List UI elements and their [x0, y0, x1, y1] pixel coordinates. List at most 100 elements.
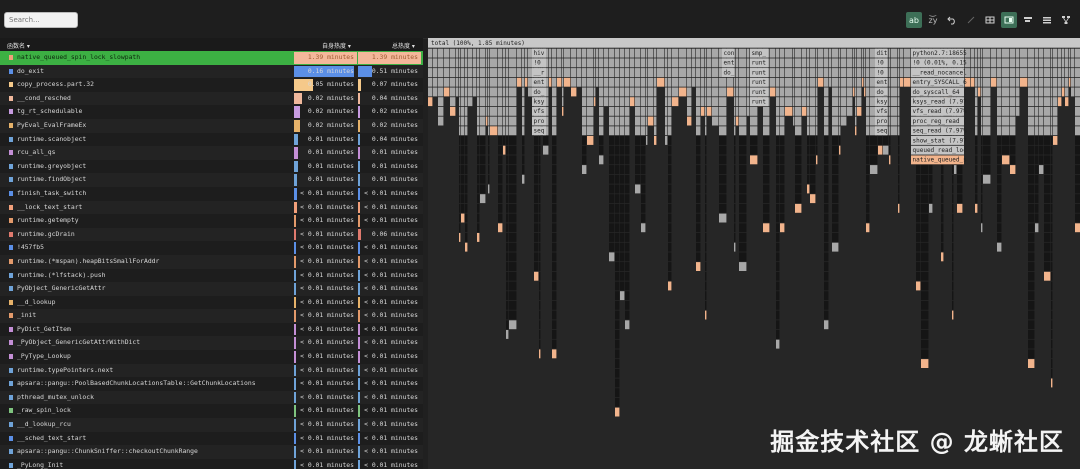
flame-frame[interactable] — [862, 77, 864, 87]
flame-frame[interactable] — [785, 87, 793, 97]
table-row[interactable]: runtime.(*mspan).heapBitsSmallForAddr < 0… — [0, 254, 423, 269]
flame-frame[interactable] — [582, 145, 587, 155]
flame-frame[interactable] — [898, 126, 900, 136]
flame-frame[interactable] — [609, 116, 615, 126]
flame-frame[interactable] — [1071, 58, 1075, 68]
flame-frame[interactable] — [534, 223, 539, 233]
flame-frame[interactable] — [983, 48, 991, 58]
flame-frame[interactable] — [509, 213, 517, 223]
flame-frame[interactable] — [719, 155, 727, 165]
flame-frame[interactable] — [824, 320, 829, 330]
table-row[interactable]: do_exit 0.16 minutes 0.51 minutes — [0, 64, 423, 79]
flame-frame[interactable] — [929, 203, 933, 213]
flame-frame[interactable] — [615, 349, 620, 359]
flame-frame[interactable] — [641, 184, 646, 194]
flame-frame[interactable] — [1002, 68, 1010, 77]
flame-frame[interactable] — [490, 106, 498, 116]
flame-frame[interactable] — [981, 126, 983, 136]
flame-frame[interactable] — [534, 194, 539, 204]
flame-frame[interactable] — [900, 58, 904, 68]
flame-frame[interactable] — [522, 136, 525, 145]
flame-frame[interactable] — [522, 97, 525, 107]
flame-frame[interactable] — [620, 126, 625, 136]
flame-frame[interactable] — [739, 87, 747, 97]
flame-frame[interactable] — [824, 136, 829, 145]
flame-frame[interactable] — [841, 116, 847, 126]
flame-frame[interactable] — [582, 48, 587, 58]
flame-frame[interactable] — [793, 87, 795, 97]
flame-frame[interactable] — [978, 48, 981, 58]
flame-frame[interactable] — [522, 77, 525, 87]
flame-frame[interactable] — [594, 77, 596, 87]
flame-frame[interactable] — [705, 68, 707, 77]
flame-frame[interactable] — [1051, 281, 1053, 291]
flame-frame[interactable] — [855, 68, 857, 77]
flame-frame[interactable] — [734, 116, 736, 126]
flame-frame[interactable] — [981, 145, 983, 155]
flame-frame[interactable] — [864, 48, 866, 58]
flame-frame[interactable] — [620, 116, 625, 126]
flame-frame[interactable] — [983, 116, 991, 126]
flame-frame[interactable] — [770, 58, 776, 68]
flame-frame[interactable] — [509, 252, 517, 262]
flame-frame[interactable] — [696, 48, 701, 58]
flame-frame[interactable] — [599, 48, 604, 58]
flame-frame[interactable] — [810, 136, 816, 145]
flame-frame[interactable] — [862, 68, 864, 77]
flame-frame[interactable] — [816, 106, 818, 116]
flame-frame[interactable] — [582, 77, 587, 87]
flame-frame[interactable] — [594, 48, 596, 58]
flame-frame[interactable] — [696, 213, 701, 223]
flame-frame[interactable] — [866, 58, 870, 68]
table-row[interactable]: rcu_all_qs 0.01 minutes 0.01 minutes — [0, 146, 423, 160]
flame-frame[interactable] — [1039, 87, 1044, 97]
table-row[interactable]: pthread_mutex_unlock < 0.01 minutes < 0.01… — [0, 390, 423, 405]
flame-frame[interactable] — [734, 184, 736, 194]
flame-frame[interactable] — [635, 116, 641, 126]
flame-frame[interactable] — [780, 106, 785, 116]
flame-frame[interactable] — [747, 77, 750, 87]
flame-frame[interactable] — [1058, 97, 1062, 107]
flame-frame[interactable] — [668, 252, 672, 262]
flame-frame[interactable] — [641, 174, 646, 184]
flame-frame[interactable] — [701, 58, 705, 68]
flame-frame[interactable] — [477, 97, 480, 107]
flame-frame[interactable] — [641, 126, 646, 136]
flame-frame[interactable] — [480, 126, 486, 136]
flame-frame[interactable] — [672, 68, 679, 77]
flame-frame[interactable] — [824, 242, 829, 252]
flame-frame[interactable] — [654, 68, 657, 77]
flame-frame[interactable] — [646, 87, 648, 97]
flame-frame[interactable] — [870, 145, 878, 155]
flame-frame[interactable] — [889, 106, 891, 116]
flame-frame[interactable] — [883, 145, 889, 155]
flame-frame[interactable] — [488, 126, 490, 136]
flame-frame[interactable] — [539, 165, 541, 174]
flame-frame[interactable] — [832, 184, 839, 194]
flame-frame[interactable] — [824, 223, 829, 233]
flame-frame[interactable] — [615, 58, 620, 68]
flame-frame[interactable] — [889, 48, 891, 58]
flame-frame[interactable] — [635, 174, 641, 184]
flame-frame[interactable] — [473, 48, 477, 58]
flame-frame[interactable] — [832, 77, 839, 87]
flame-frame[interactable] — [465, 165, 468, 174]
flame-frame[interactable] — [1039, 136, 1044, 145]
flame-frame[interactable] — [795, 58, 802, 68]
flame-frame[interactable] — [807, 126, 810, 136]
flame-frame[interactable] — [506, 194, 509, 204]
flame-frame[interactable] — [807, 165, 810, 174]
flame-frame[interactable] — [870, 165, 878, 174]
flame-frame[interactable] — [736, 116, 739, 126]
column-header-self[interactable]: 自身热度 ▾ — [322, 41, 351, 50]
flame-frame[interactable] — [719, 87, 727, 97]
flame-frame[interactable] — [739, 155, 747, 165]
flame-frame[interactable] — [509, 242, 517, 252]
flame-frame[interactable] — [635, 58, 641, 68]
flame-frame[interactable] — [1039, 126, 1044, 136]
flame-frame[interactable] — [477, 68, 480, 77]
flame-frame[interactable] — [517, 58, 522, 68]
flame-frame[interactable] — [793, 77, 795, 87]
flame-frame[interactable] — [739, 213, 747, 223]
flame-frame[interactable] — [456, 87, 459, 97]
